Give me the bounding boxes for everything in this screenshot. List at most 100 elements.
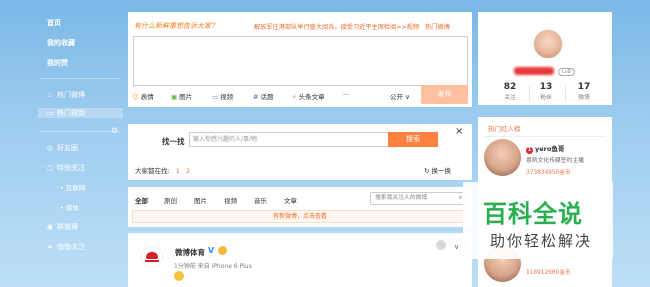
topic-tool[interactable]: # 话题 bbox=[253, 91, 273, 101]
chevron-down-icon[interactable]: ∨ bbox=[454, 243, 459, 251]
hot-topic-text[interactable]: 解放军往港部队举行盛大阅兵，接受习近平主席检阅>>视频 bbox=[254, 24, 419, 31]
fire-icon: ♨ bbox=[47, 91, 54, 99]
left-navigation: 首页 我的收藏 我的赞 ♨ 热门微博 ▭ 热门视频 ⚙ ◎ 好友圈 ○ 特别关注 • 互… bbox=[0, 0, 123, 287]
nav-divider bbox=[40, 78, 120, 79]
new-posts-bar[interactable]: 有新微博，点击查看 bbox=[132, 210, 468, 223]
hot-person-name[interactable]: 1 yero鱼哥 bbox=[526, 143, 564, 154]
stat-fans[interactable]: 13 粉丝 bbox=[531, 82, 561, 101]
leaf-icon: ❧ bbox=[47, 243, 53, 251]
badge-icon bbox=[218, 246, 227, 255]
video-icon: ▭ bbox=[47, 109, 54, 117]
watermark-subtitle: 助你轻松解决 bbox=[490, 232, 593, 250]
search-icon[interactable]: ⌕ bbox=[459, 193, 462, 204]
stat-weibo-label: 微博 bbox=[578, 95, 590, 101]
publisher-box: 有什么新鲜事想告诉大家？ 解放军往港部队举行盛大阅兵，接受习近平主席检阅>>视频… bbox=[128, 12, 472, 107]
publisher-prompt: 有什么新鲜事想告诉大家？ bbox=[134, 22, 218, 30]
more-tool[interactable]: ··· bbox=[343, 91, 349, 99]
feed-search-input[interactable]: 搜索我关注人的微博 ⌕ bbox=[370, 192, 466, 205]
tab-videos[interactable]: 视频 bbox=[224, 195, 237, 205]
divider bbox=[484, 136, 606, 137]
hot-topic-link[interactable]: 解放军往港部队举行盛大阅兵，接受习近平主席检阅>>视频 热门微博 bbox=[254, 22, 450, 31]
tab-music[interactable]: 音乐 bbox=[254, 195, 267, 205]
group-icon: ◉ bbox=[47, 223, 54, 231]
nav-special-label: 特别关注 bbox=[57, 164, 85, 172]
send-button[interactable]: 发布 bbox=[421, 85, 468, 104]
profile-name-redacted bbox=[514, 67, 554, 75]
special-icon: ○ bbox=[47, 164, 54, 172]
nav-hot-weibo[interactable]: ♨ 热门微博 bbox=[47, 90, 85, 100]
divider bbox=[565, 86, 566, 102]
hot-people-title: 热门红人榜 bbox=[488, 125, 521, 133]
nav-internet[interactable]: • 互联网 bbox=[60, 182, 85, 192]
visibility-label: 公开 bbox=[390, 93, 403, 101]
hot-person-desc: 恩凯文化传媒签约主播 bbox=[526, 158, 584, 164]
post-author[interactable]: 微博体育 bbox=[175, 247, 205, 258]
publisher-textarea[interactable] bbox=[133, 36, 468, 86]
stat-fans-count: 13 bbox=[539, 82, 553, 92]
tab-articles[interactable]: 文章 bbox=[284, 195, 297, 205]
avatar[interactable] bbox=[141, 246, 163, 268]
hashtag-icon: # bbox=[253, 93, 259, 101]
tab-images[interactable]: 图片 bbox=[194, 195, 207, 205]
avatar[interactable] bbox=[533, 29, 563, 59]
rank-icon: 1 bbox=[526, 147, 533, 154]
nav-hot-video[interactable]: ▭ 热门视频 bbox=[38, 108, 123, 118]
nav-friends[interactable]: ◎ 好友圈 bbox=[47, 143, 78, 153]
nav-special[interactable]: ○ 特别关注 bbox=[47, 163, 85, 173]
chevron-down-icon: ∨ bbox=[405, 93, 410, 101]
divider bbox=[529, 86, 530, 102]
tab-original[interactable]: 原创 bbox=[164, 195, 177, 205]
hot-weibo-link[interactable]: 热门微博 bbox=[425, 24, 450, 31]
find-search-button[interactable]: 搜索 bbox=[388, 132, 438, 147]
feed-filter-bar: 全部 原创 图片 视频 音乐 文章 搜索我关注人的微博 ⌕ 有新微博，点击查看 bbox=[128, 187, 472, 227]
profile-card: Lv8 82 关注 13 粉丝 17 微博 bbox=[478, 12, 612, 105]
tab-all[interactable]: 全部 bbox=[135, 195, 148, 205]
page-link-1[interactable]: 1 bbox=[176, 167, 180, 175]
find-label: 找一找 bbox=[162, 137, 185, 146]
image-icon: ▣ bbox=[171, 93, 178, 101]
level-badge[interactable]: Lv8 bbox=[558, 68, 575, 76]
image-tool-label: 图片 bbox=[179, 93, 193, 101]
stat-follow-count: 82 bbox=[503, 82, 517, 92]
nav-hot-video-label: 热门视频 bbox=[57, 109, 85, 117]
stat-fans-label: 粉丝 bbox=[540, 95, 552, 101]
stat-follow[interactable]: 82 关注 bbox=[495, 82, 525, 101]
nav-media[interactable]: • 媒体 bbox=[60, 202, 79, 212]
swap-button[interactable]: ↻ 换一换 bbox=[424, 165, 451, 175]
verified-icon: V bbox=[208, 246, 215, 255]
find-people-box: 找一找 输入你感兴趣的人/事/物 搜索 × 大家都在找: 1 2 ↻ 换一换 bbox=[128, 124, 472, 180]
article-tool[interactable]: ⚡ 头条文章 bbox=[292, 91, 325, 101]
stat-follow-label: 关注 bbox=[504, 95, 516, 101]
avatar[interactable] bbox=[484, 139, 521, 176]
nav-favorites[interactable]: 我的收藏 bbox=[47, 38, 75, 48]
hot-person-stat: 118912660金币 bbox=[526, 270, 571, 276]
visibility-select[interactable]: 公开 ∨ bbox=[390, 91, 410, 101]
stat-weibo[interactable]: 17 微博 bbox=[569, 82, 599, 101]
smiley-icon: ☺ bbox=[132, 93, 139, 101]
flag-icon bbox=[434, 239, 448, 251]
nav-home[interactable]: 首页 bbox=[47, 18, 61, 28]
image-tool[interactable]: ▣ 图片 bbox=[171, 91, 192, 101]
video-tool[interactable]: ▭ 视频 bbox=[212, 91, 233, 101]
nav-close-friends[interactable]: ❧ 悄悄关注 bbox=[47, 242, 85, 252]
nav-group[interactable]: ◉ 群微博 bbox=[47, 222, 78, 232]
swap-label: 换一换 bbox=[431, 167, 452, 175]
feed-post: 微博体育 V 1分钟前 来自 iPhone 6 Plus ∨ bbox=[128, 233, 472, 287]
emoji-tool-label: 表情 bbox=[140, 93, 154, 101]
close-icon[interactable]: × bbox=[455, 126, 463, 137]
nav-likes[interactable]: 我的赞 bbox=[47, 58, 68, 68]
nav-close-friends-label: 悄悄关注 bbox=[57, 243, 85, 251]
watermark-title: 百科全说 bbox=[483, 200, 583, 228]
nav-friends-label: 好友圈 bbox=[57, 144, 78, 152]
find-input[interactable]: 输入你感兴趣的人/事/物 bbox=[189, 132, 405, 147]
nav-divider bbox=[40, 131, 120, 132]
emoji-tool[interactable]: ☺ 表情 bbox=[132, 91, 154, 101]
emoji-icon bbox=[174, 271, 184, 281]
nav-internet-label: 互联网 bbox=[65, 184, 86, 192]
video-tool-label: 视频 bbox=[220, 93, 234, 101]
lightning-icon: ⚡ bbox=[292, 93, 297, 101]
page-link-2[interactable]: 2 bbox=[186, 167, 190, 175]
video-camera-icon: ▭ bbox=[212, 93, 219, 101]
post-meta: 1分钟前 来自 iPhone 6 Plus bbox=[174, 263, 252, 270]
nav-hot-weibo-label: 热门微博 bbox=[57, 91, 85, 99]
